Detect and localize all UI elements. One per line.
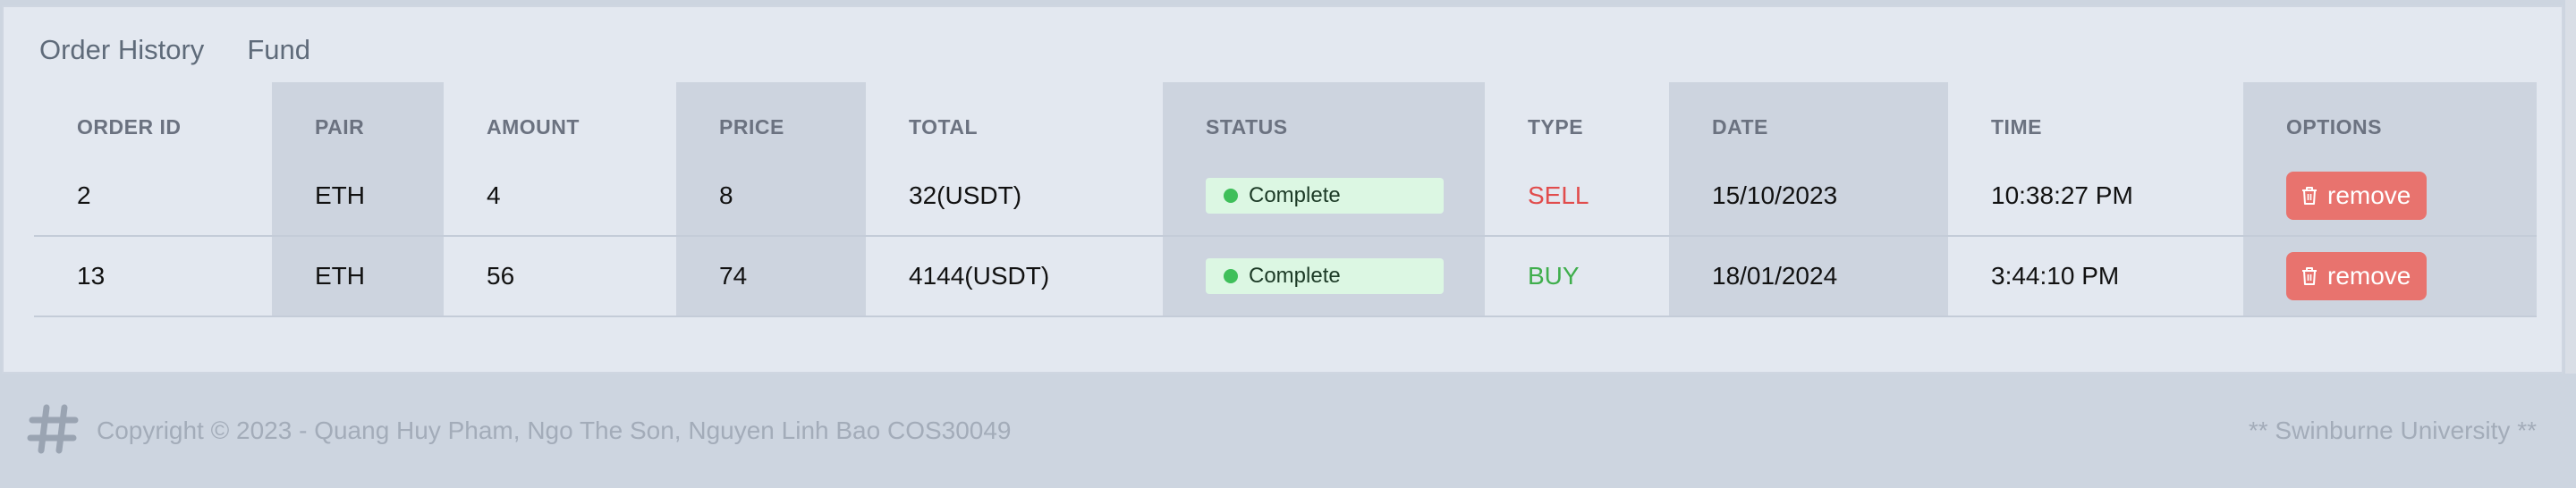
vertical-scrollbar[interactable] <box>2565 0 2576 374</box>
footer: Copyright © 2023 - Quang Huy Pham, Ngo T… <box>0 374 2576 488</box>
remove-button[interactable]: remove <box>2286 252 2428 300</box>
remove-button-label: remove <box>2327 262 2411 290</box>
header-options: OPTIONS <box>2286 114 2383 139</box>
cell-time: 3:44:10 PM <box>1948 236 2243 317</box>
cell-status: Complete <box>1163 236 1485 317</box>
header-type: TYPE <box>1528 114 1584 139</box>
status-dot-icon <box>1224 188 1238 203</box>
cell-options: remove <box>2243 236 2537 317</box>
app-root: Order History Fund ORDER ID PAIR AMOUNT … <box>0 0 2576 488</box>
trash-icon <box>2302 186 2317 205</box>
remove-button[interactable]: remove <box>2286 171 2428 220</box>
status-dot-icon <box>1224 269 1238 283</box>
header-date: DATE <box>1712 114 1768 139</box>
cell-price: 74 <box>676 236 866 317</box>
cell-time: 10:38:27 PM <box>1948 156 2243 237</box>
cell-order-id: 13 <box>34 236 272 317</box>
header-price: PRICE <box>719 114 784 139</box>
footer-copyright: Copyright © 2023 - Quang Huy Pham, Ngo T… <box>97 416 1012 444</box>
cell-pair: ETH <box>272 236 444 317</box>
table-row: 13 ETH 56 74 4144(USDT) Complete BUY 18/… <box>34 236 2537 317</box>
header-order-id: ORDER ID <box>77 114 182 139</box>
header-amount: AMOUNT <box>487 114 580 139</box>
order-history-panel: Order History Fund ORDER ID PAIR AMOUNT … <box>2 5 2563 374</box>
status-badge: Complete <box>1206 258 1444 294</box>
remove-button-label: remove <box>2327 181 2411 209</box>
cell-type: SELL <box>1485 156 1669 237</box>
cell-status: Complete <box>1163 156 1485 237</box>
footer-university: ** Swinburne University ** <box>2248 416 2537 444</box>
header-total: TOTAL <box>909 114 979 139</box>
cell-price: 8 <box>676 156 866 237</box>
tab-fund[interactable]: Fund <box>247 32 310 68</box>
order-table: ORDER ID PAIR AMOUNT PRICE TOTAL STATUS … <box>34 82 2537 317</box>
cell-amount: 56 <box>444 236 676 317</box>
cell-pair: ETH <box>272 156 444 237</box>
tab-order-history[interactable]: Order History <box>39 32 204 68</box>
header-status: STATUS <box>1206 114 1288 139</box>
cell-total: 4144(USDT) <box>866 236 1163 317</box>
cell-order-id: 2 <box>34 156 272 237</box>
header-time: TIME <box>1991 114 2042 139</box>
tab-bar: Order History Fund <box>39 32 310 68</box>
cell-date: 18/01/2024 <box>1669 236 1948 317</box>
trash-icon <box>2302 267 2317 285</box>
cell-date: 15/10/2023 <box>1669 156 1948 237</box>
cell-type: BUY <box>1485 236 1669 317</box>
hashtag-icon <box>27 404 79 454</box>
status-badge: Complete <box>1206 177 1444 214</box>
cell-amount: 4 <box>444 156 676 237</box>
cell-options: remove <box>2243 156 2537 237</box>
cell-total: 32(USDT) <box>866 156 1163 237</box>
status-label: Complete <box>1249 182 1341 207</box>
order-table-wrapper: ORDER ID PAIR AMOUNT PRICE TOTAL STATUS … <box>34 82 2537 317</box>
table-header-row: ORDER ID PAIR AMOUNT PRICE TOTAL STATUS … <box>34 82 2537 156</box>
table-row: 2 ETH 4 8 32(USDT) Complete SELL 15/10/2… <box>34 156 2537 237</box>
header-pair: PAIR <box>315 114 365 139</box>
status-label: Complete <box>1249 264 1341 288</box>
